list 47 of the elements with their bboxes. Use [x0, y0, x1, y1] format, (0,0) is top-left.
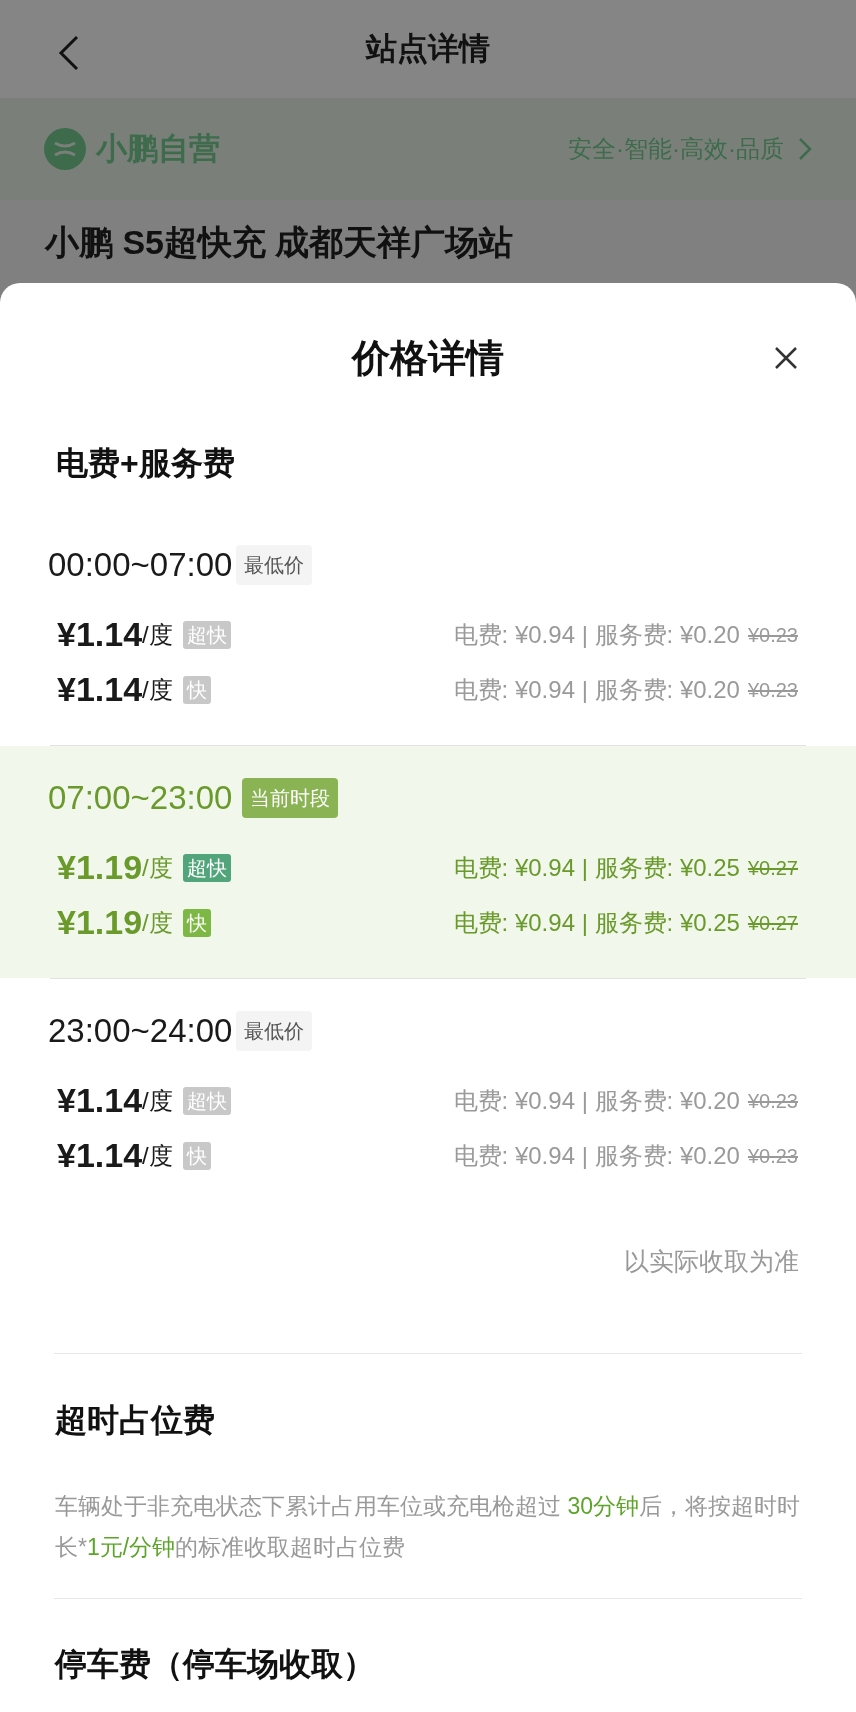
pricing-note: 以实际收取为准 — [624, 1246, 799, 1278]
section-title: 电费+服务费 — [56, 444, 235, 483]
fee-breakdown: 电费: ¥0.94 | 服务费: ¥0.20 — [453, 674, 740, 705]
price-unit: /度 — [142, 619, 173, 650]
time-range: 07:00~23:00 — [48, 778, 233, 819]
price-unit: /度 — [142, 674, 173, 705]
speed-tag: 快 — [182, 908, 211, 937]
price: ¥1.14 — [57, 1135, 143, 1176]
time-range: 00:00~07:00 — [48, 545, 233, 586]
fee-breakdown: 电费: ¥0.94 | 服务费: ¥0.20 — [453, 1140, 740, 1171]
time-range: 23:00~24:00 — [48, 1011, 233, 1052]
price: ¥1.14 — [57, 1080, 143, 1121]
brand-name: 小鹏自营 — [96, 129, 220, 168]
sheet-title: 价格详情 — [352, 335, 504, 381]
price: ¥1.14 — [57, 669, 143, 710]
fee-breakdown: 电费: ¥0.94 | 服务费: ¥0.25 — [453, 852, 740, 883]
original-price: ¥0.27 — [747, 910, 798, 936]
period-badge: 最低价 — [236, 1011, 313, 1051]
original-price: ¥0.23 — [747, 1088, 798, 1114]
price: ¥1.19 — [57, 847, 143, 888]
original-price: ¥0.23 — [747, 677, 798, 703]
fee-breakdown: 电费: ¥0.94 | 服务费: ¥0.25 — [453, 907, 740, 938]
brand-slogan: 安全·智能·高效·品质 — [568, 134, 784, 164]
price-unit: /度 — [142, 907, 173, 938]
price-unit: /度 — [142, 1140, 173, 1171]
period-badge: 当前时段 — [242, 778, 339, 818]
price-unit: /度 — [142, 1085, 173, 1116]
back-icon[interactable] — [58, 35, 80, 71]
fee-breakdown: 电费: ¥0.94 | 服务费: ¥0.20 — [453, 619, 740, 650]
page-title: 站点详情 — [366, 29, 490, 68]
period-badge: 最低价 — [236, 545, 313, 585]
station-name: 小鹏 S5超快充 成都天祥广场站 — [45, 221, 514, 263]
brand-banner[interactable]: 小鹏自营 安全·智能·高效·品质 — [0, 98, 856, 200]
parking-fee-title: 停车费（停车场收取） — [55, 1645, 375, 1684]
price: ¥1.19 — [57, 902, 143, 943]
speed-tag: 超快 — [182, 853, 231, 882]
original-price: ¥0.23 — [747, 1143, 798, 1169]
brand-logo-icon — [44, 128, 86, 170]
overtime-title: 超时占位费 — [55, 1401, 215, 1440]
overtime-description: 车辆处于非充电状态下累计占用车位或充电枪超过 30分钟后，将按超时时长*1元/分钟的标准收取超时占位费 — [54, 1492, 801, 1562]
price-unit: /度 — [142, 852, 173, 883]
chevron-right-icon — [798, 137, 812, 161]
original-price: ¥0.27 — [747, 855, 798, 881]
original-price: ¥0.23 — [747, 622, 798, 648]
price: ¥1.14 — [57, 614, 143, 655]
close-icon[interactable] — [774, 346, 798, 370]
fee-breakdown: 电费: ¥0.94 | 服务费: ¥0.20 — [453, 1085, 740, 1116]
